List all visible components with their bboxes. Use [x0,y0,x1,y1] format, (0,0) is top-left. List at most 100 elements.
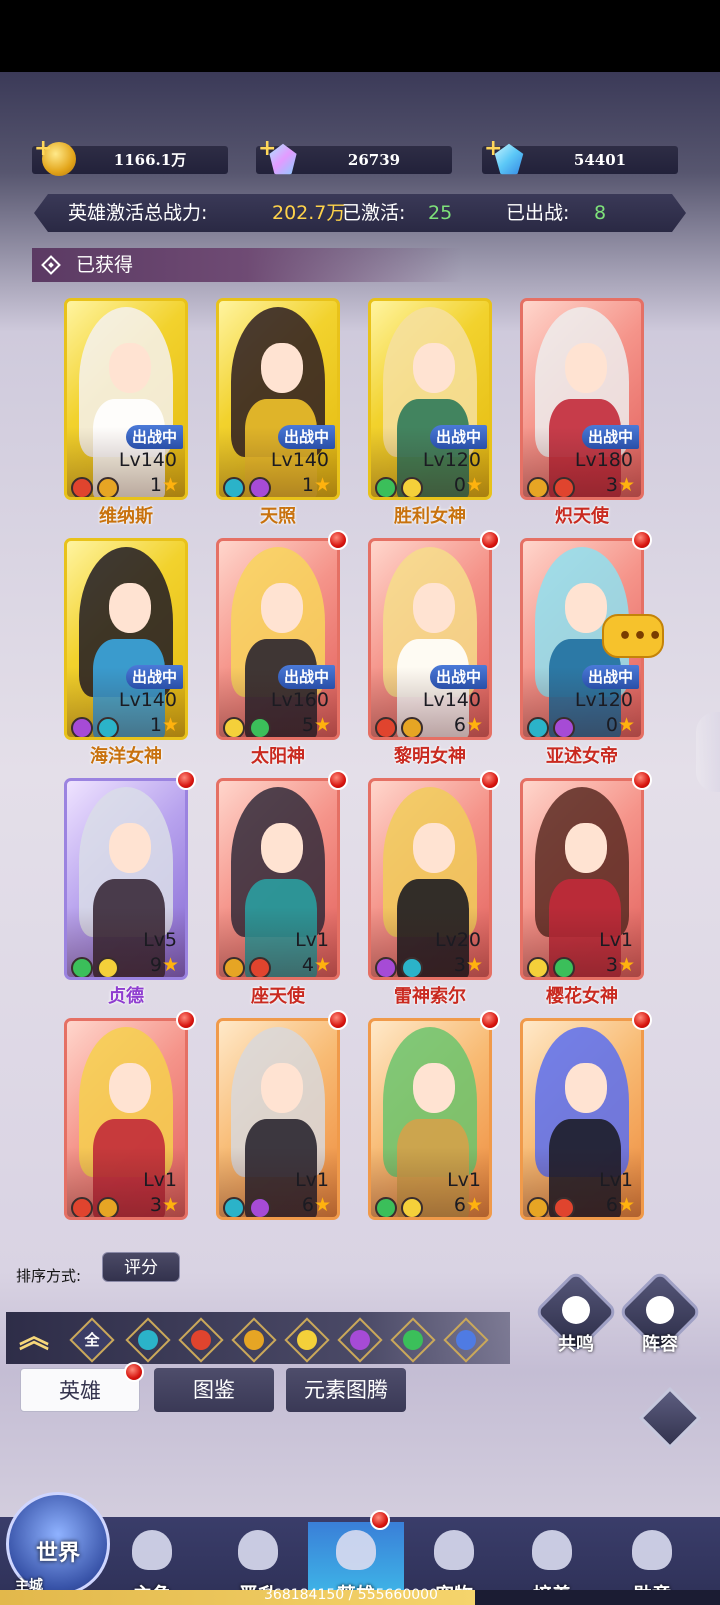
add-crystal-icon[interactable]: + [258,136,276,161]
red-dot-notification [632,770,652,790]
collapse-up-icon[interactable]: ︽ [14,1318,54,1358]
element-icon [375,957,397,977]
hero-level: Lv5 [143,929,177,951]
hero-screen: + 1166.1万 + 26739 + 54401 英雄激活总战力: 202.7… [0,72,720,1605]
hero-card[interactable]: 出战中 Lv140 1★ [64,538,188,740]
tab-codex[interactable]: 图鉴 [154,1368,274,1412]
hero-face [109,823,151,873]
hero-card[interactable]: Lv1 6★ [520,1018,644,1220]
class-icon [97,1197,119,1217]
crystal-resource[interactable]: + 26739 [256,136,452,175]
hero-face [261,823,303,873]
hero-card[interactable]: 出战中 Lv160 5★ [216,538,340,740]
element-icon [375,717,397,737]
sort-button[interactable]: 评分 [102,1252,180,1282]
hero-card[interactable]: Lv1 4★ [216,778,340,980]
red-dot-notification [632,530,652,550]
sort-label: 排序方式: [16,1267,82,1285]
pets-icon [434,1530,474,1570]
hero-stars: 9★ [149,954,179,976]
hero-face [413,1063,455,1113]
hero-card[interactable]: Lv1 6★ [216,1018,340,1220]
element-icon [527,957,549,977]
gold-resource[interactable]: + 1166.1万 [32,136,228,176]
hero-stars: 6★ [301,1194,331,1216]
side-arrow-icon[interactable] [696,712,720,792]
hero-name: 太阳神 [251,746,305,767]
chat-bubble-icon[interactable]: ••• [602,614,664,658]
hero-level: Lv140 [422,689,481,711]
element-icon [223,717,245,737]
hero-stars: 6★ [605,1194,635,1216]
class-icon [249,1197,271,1217]
element-icon [71,717,93,737]
hero-card[interactable]: Lv20 3★ [368,778,492,980]
hero-level: Lv1 [295,1169,329,1191]
hero-face [413,823,455,873]
crystal-value: 26739 [347,151,401,169]
hero-level: Lv1 [295,929,329,951]
class-icon [553,477,575,497]
add-gold-icon[interactable]: + [34,136,52,161]
hero-level: Lv140 [118,449,177,471]
medals-icon [632,1530,672,1570]
hero-face [109,1063,151,1113]
hero-stars: 3★ [605,954,635,976]
hero-card[interactable]: Lv1 6★ [368,1018,492,1220]
nav-heroes-red-dot [370,1510,390,1530]
deployed-badge: 出战中 [429,425,487,449]
deployed-badge: 出战中 [125,425,183,449]
deployed-count: 8 [594,202,607,224]
hero-name: 天照 [260,506,296,527]
hero-card[interactable]: Lv5 9★ [64,778,188,980]
class-icon [249,717,271,737]
class-icon [553,957,575,977]
element-icon [223,477,245,497]
hero-stars: 3★ [453,954,483,976]
red-dot-notification [328,530,348,550]
class-icon [553,1197,575,1217]
hero-stars: 0★ [453,474,483,496]
red-dot-notification [176,1010,196,1030]
add-diamond-icon[interactable]: + [484,136,502,161]
resonance-button[interactable]: 共鸣 [533,1269,619,1358]
hero-card[interactable]: Lv1 3★ [520,778,644,980]
training-icon [532,1530,572,1570]
element-icon [71,957,93,977]
hero-card[interactable]: 出战中 Lv140 6★ [368,538,492,740]
eye-toggle-icon[interactable] [638,1386,702,1450]
element-icon [375,477,397,497]
deployed-badge: 出战中 [277,425,335,449]
world-button[interactable]: 世界 主城 [6,1492,110,1596]
hero-face [413,343,455,393]
hero-stars: 5★ [301,714,331,736]
hero-level: Lv120 [422,449,481,471]
deployed-badge: 出战中 [581,665,639,689]
hero-card[interactable]: 出战中 Lv120 0★ [368,298,492,500]
hero-stars: 3★ [149,1194,179,1216]
section-title: 已获得 [76,254,134,276]
diamond-value: 54401 [573,151,627,169]
class-icon [97,477,119,497]
red-dot-notification [328,1010,348,1030]
status-bar [0,0,720,72]
heroes-icon [336,1530,376,1570]
tab-element-totem[interactable]: 元素图腾 [286,1368,406,1412]
hero-name: 座天使 [251,986,305,1007]
hero-name: 樱花女神 [546,986,618,1007]
red-dot-notification [176,770,196,790]
hero-card[interactable]: Lv1 3★ [64,1018,188,1220]
red-dot-notification [480,770,500,790]
hero-stars: 0★ [605,714,635,736]
class-icon [401,957,423,977]
tab-heroes[interactable]: 英雄 [20,1368,140,1412]
diamond-resource[interactable]: + 54401 [482,136,678,175]
hero-card[interactable]: 出战中 Lv180 3★ [520,298,644,500]
hero-stars: 6★ [453,1194,483,1216]
power-banner: 英雄激活总战力: 202.7万 已激活: 25 已出战: 8 [34,194,686,232]
lineup-button[interactable]: 阵容 [617,1269,703,1358]
hero-card[interactable]: 出战中 Lv140 1★ [216,298,340,500]
tab-heroes-red-dot [124,1362,144,1382]
hero-card[interactable]: 出战中 Lv140 1★ [64,298,188,500]
deployed-badge: 出战中 [125,665,183,689]
